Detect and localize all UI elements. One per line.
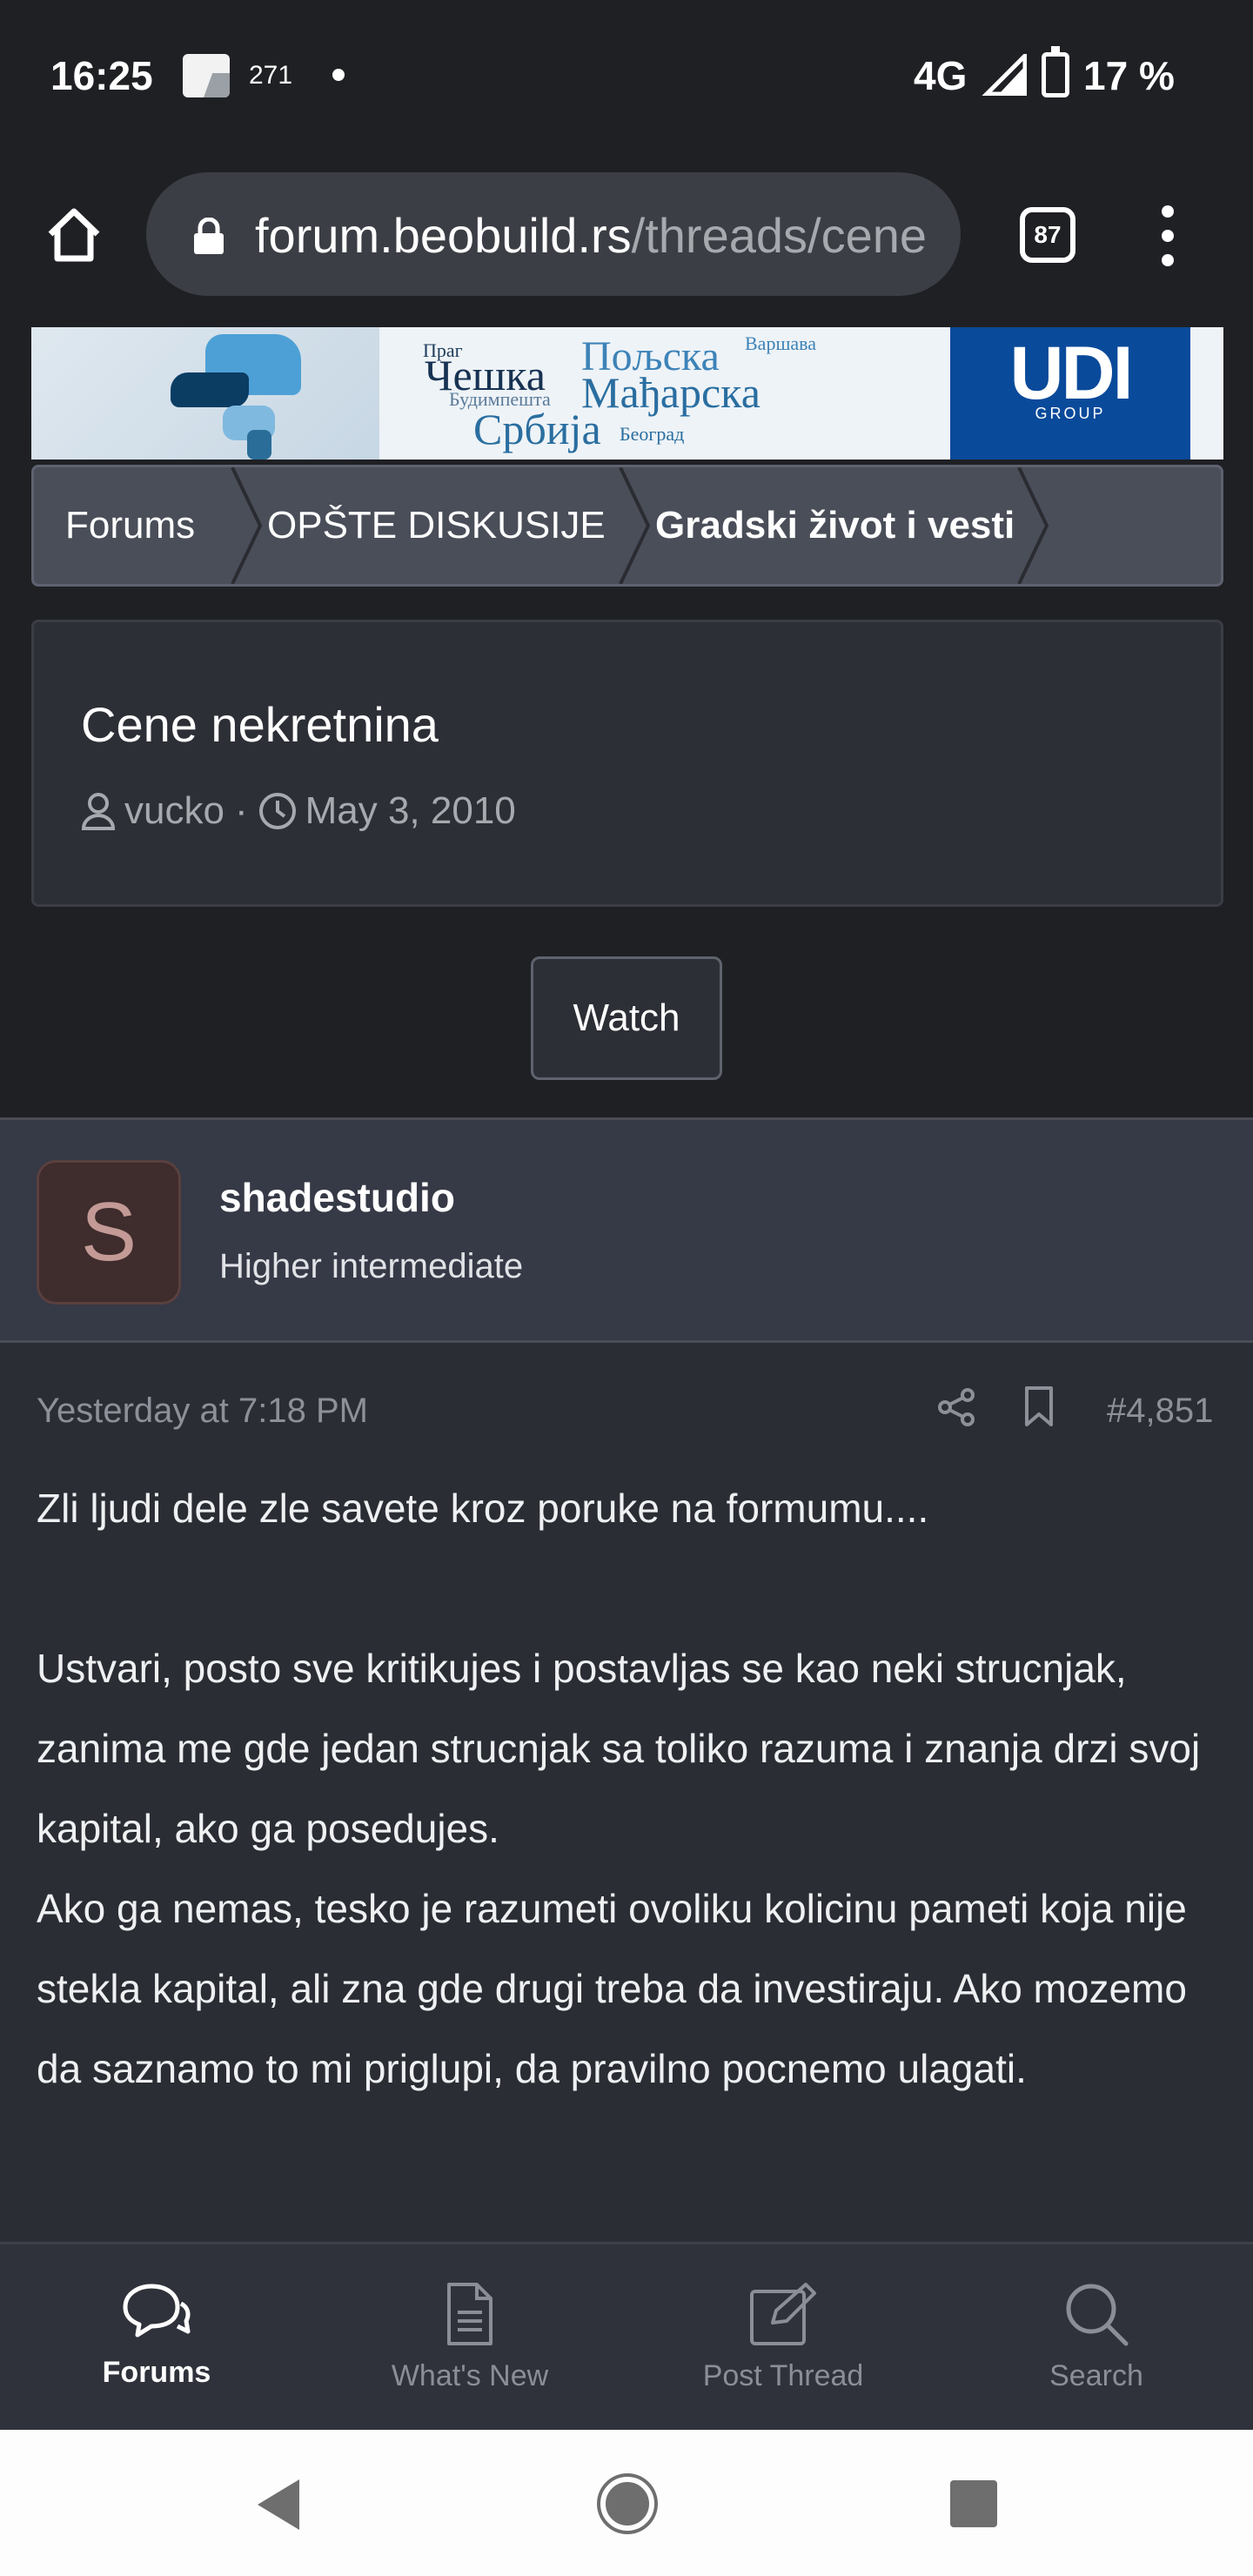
- bottom-navigation: Forums What's New Post Thread Search: [0, 2242, 1253, 2430]
- nav-whats-new[interactable]: What's New: [313, 2244, 626, 2432]
- home-button-icon[interactable]: [600, 2477, 654, 2531]
- bookmark-icon[interactable]: [1020, 1385, 1058, 1428]
- breadcrumb-separator-icon: [1017, 467, 1049, 584]
- notification-app-icon: [183, 54, 230, 97]
- status-time: 16:25: [50, 53, 153, 98]
- home-icon[interactable]: [44, 205, 104, 265]
- europe-map-image: [31, 327, 379, 460]
- nav-search[interactable]: Search: [940, 2244, 1253, 2432]
- post-paragraph: Zli ljudi dele zle savete kroz poruke na…: [37, 1486, 929, 1531]
- user-icon: [81, 793, 116, 830]
- browser-menu-icon[interactable]: [1152, 205, 1183, 266]
- notification-dot-icon: [332, 69, 345, 81]
- url-domain: forum.beobuild.rs: [255, 208, 632, 263]
- thread-date[interactable]: May 3, 2010: [305, 789, 516, 833]
- nav-search-label: Search: [1049, 2359, 1143, 2392]
- banner-word: Србија: [473, 405, 601, 453]
- thread-meta: vucko · May 3, 2010: [81, 789, 516, 833]
- udi-logo-sub: GROUP: [1035, 405, 1106, 422]
- thread-author[interactable]: vucko: [124, 789, 224, 833]
- breadcrumb: Forums OPŠTE DISKUSIJE Gradski život i v…: [31, 465, 1223, 587]
- signal-icon: [982, 54, 1027, 96]
- banner-word: Мађарска: [581, 368, 761, 417]
- nav-post-thread-label: Post Thread: [702, 2359, 864, 2392]
- post-user-bar: S shadestudio Higher intermediate: [0, 1120, 1253, 1343]
- banner-word: Варшава: [745, 332, 817, 354]
- tab-switcher-button[interactable]: 87: [1020, 207, 1075, 263]
- post: S shadestudio Higher intermediate Yester…: [0, 1117, 1253, 2242]
- recent-apps-icon[interactable]: [950, 2480, 997, 2527]
- banner-word: Београд: [620, 423, 685, 445]
- chat-bubbles-icon: [123, 2284, 191, 2338]
- post-paragraph: Ako ga nemas, tesko je razumeti ovoliku …: [37, 1886, 1187, 2091]
- clock-icon: [258, 793, 296, 829]
- breadcrumb-separator-icon: [231, 467, 263, 584]
- back-icon[interactable]: [254, 2478, 303, 2532]
- breadcrumb-separator-icon: [619, 467, 651, 584]
- notification-count: 271: [249, 61, 293, 90]
- search-icon: [1066, 2284, 1129, 2346]
- battery-percent: 17 %: [1083, 53, 1175, 98]
- share-icon[interactable]: [936, 1386, 978, 1428]
- url-text: forum.beobuild.rs/threads/cene: [255, 207, 927, 264]
- post-username[interactable]: shadestudio: [219, 1174, 455, 1221]
- thread-title: Cene nekretnina: [81, 697, 439, 752]
- nav-whats-new-label: What's New: [391, 2359, 549, 2392]
- url-bar[interactable]: forum.beobuild.rs/threads/cene: [146, 172, 961, 296]
- breadcrumb-forums[interactable]: Forums: [65, 467, 195, 584]
- post-paragraph: Ustvari, posto sve kritikujes i postavlj…: [37, 1646, 1201, 1851]
- edit-icon: [750, 2283, 816, 2345]
- document-icon: [447, 2283, 492, 2345]
- udi-logo: UDI GROUP: [950, 327, 1190, 460]
- nav-forums[interactable]: Forums: [0, 2244, 313, 2432]
- nav-post-thread[interactable]: Post Thread: [626, 2244, 940, 2432]
- post-date[interactable]: Yesterday at 7:18 PM: [37, 1392, 368, 1431]
- meta-separator: ·: [234, 789, 248, 832]
- udi-banner-ad[interactable]: Праг Чешка Пољска Варшава Будимпешта Мађ…: [31, 327, 1223, 460]
- status-bar: 16:25 271 4G 17 %: [0, 0, 1253, 148]
- banner-city-words: Праг Чешка Пољска Варшава Будимпешта Мађ…: [388, 327, 980, 460]
- breadcrumb-opste-diskusije[interactable]: OPŠTE DISKUSIJE: [267, 467, 606, 584]
- lock-icon: [194, 218, 224, 254]
- battery-charging-icon: [1042, 46, 1069, 97]
- watch-button[interactable]: Watch: [531, 956, 722, 1080]
- nav-forums-label: Forums: [102, 2356, 211, 2389]
- post-number[interactable]: #4,851: [1107, 1392, 1213, 1431]
- breadcrumb-gradski-zivot[interactable]: Gradski život i vesti: [655, 467, 1015, 584]
- thread-header: Cene nekretnina vucko · May 3, 2010: [31, 620, 1223, 907]
- avatar[interactable]: S: [37, 1160, 181, 1305]
- udi-logo-text: UDI: [1009, 332, 1133, 415]
- url-path: /threads/cene: [631, 208, 928, 263]
- network-type: 4G: [914, 53, 968, 98]
- post-user-title: Higher intermediate: [219, 1247, 524, 1285]
- post-body: Zli ljudi dele zle savete kroz poruke na…: [37, 1468, 1220, 2109]
